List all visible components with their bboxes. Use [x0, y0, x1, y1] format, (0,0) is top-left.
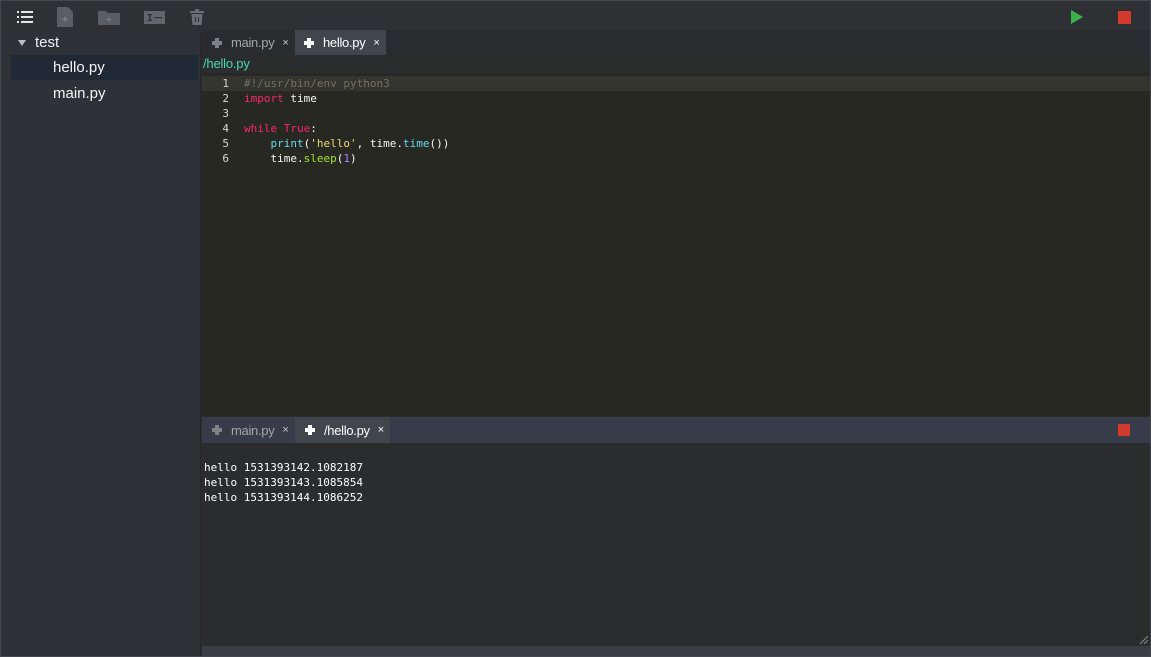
code-token: 'hello': [310, 137, 357, 150]
close-icon[interactable]: ×: [282, 37, 288, 49]
code-line[interactable]: 4 while True:: [202, 121, 1150, 136]
resize-grip-icon[interactable]: [1140, 636, 1148, 644]
terminal-line: hello 1531393143.1085854: [204, 476, 363, 489]
code-token: time: [402, 137, 430, 150]
line-number: 6: [222, 152, 229, 165]
code-token: ): [349, 152, 357, 165]
toolbar: + +: [1, 1, 1150, 32]
file-item-main-py[interactable]: main.py: [11, 81, 198, 106]
tab-label: main.py: [231, 35, 275, 50]
terminal-output[interactable]: hello 1531393142.1082187 hello 153139314…: [202, 443, 1150, 646]
code-line[interactable]: 5 print('hello', time.time()): [202, 136, 1150, 151]
tab-main-py[interactable]: main.py ×: [212, 30, 296, 55]
new-file-icon[interactable]: +: [54, 6, 76, 28]
terminal-tab-main-py[interactable]: main.py ×: [212, 417, 296, 443]
line-number: 1: [222, 77, 229, 90]
tab-hello-py[interactable]: hello.py ×: [295, 30, 386, 55]
code-line[interactable]: 2 import time: [202, 91, 1150, 106]
rename-icon[interactable]: [142, 6, 166, 28]
list-icon[interactable]: [14, 6, 36, 28]
line-number: 3: [222, 107, 229, 120]
code-text: import time: [244, 91, 317, 106]
line-number: 4: [222, 122, 229, 135]
play-icon: [1071, 10, 1083, 24]
python-icon: [305, 425, 315, 435]
run-button[interactable]: [1066, 6, 1088, 28]
caret-down-icon[interactable]: [18, 39, 26, 46]
code-token: 1: [343, 152, 350, 165]
svg-text:+: +: [106, 15, 113, 24]
code-token: time.: [244, 152, 304, 165]
code-text: #!/usr/bin/env python3: [244, 76, 390, 91]
tab-label: /hello.py: [324, 422, 370, 438]
code-text: time.sleep(1): [244, 151, 357, 166]
line-number: 2: [222, 92, 229, 105]
close-icon[interactable]: ×: [373, 37, 379, 49]
line-number: 5: [222, 137, 229, 150]
close-icon[interactable]: ×: [282, 424, 288, 436]
code-token: #!/usr/bin/env python3: [244, 77, 390, 90]
tab-label: hello.py: [323, 35, 366, 50]
horizontal-scrollbar[interactable]: [202, 646, 1150, 656]
python-icon: [304, 37, 314, 48]
code-line[interactable]: 6 time.sleep(1): [202, 151, 1150, 166]
terminal-line: hello 1531393142.1082187: [204, 461, 363, 474]
python-icon: [212, 425, 222, 435]
terminal-tab-hello-py[interactable]: /hello.py ×: [295, 417, 390, 443]
code-editor[interactable]: 1 #!/usr/bin/env python3 2 import time 3 4 whi…: [202, 73, 1150, 416]
stop-icon: [1117, 10, 1131, 24]
python-icon: [212, 37, 222, 48]
code-token: sleep: [303, 152, 337, 165]
code-token: :: [310, 122, 317, 135]
code-token: , time.: [356, 137, 403, 150]
svg-text:+: +: [61, 15, 69, 25]
file-path-label: /hello.py: [202, 55, 1150, 73]
folder-label: test: [35, 34, 60, 51]
code-token: while: [244, 122, 278, 135]
code-text: print('hello', time.time()): [244, 136, 450, 151]
new-folder-icon[interactable]: +: [98, 6, 120, 28]
close-icon[interactable]: ×: [378, 424, 384, 436]
code-text: while True:: [244, 121, 317, 136]
code-line[interactable]: 1 #!/usr/bin/env python3: [202, 76, 1150, 91]
terminal-stop-button[interactable]: [1118, 424, 1130, 436]
file-label: hello.py: [53, 59, 105, 76]
terminal-line: hello 1531393144.1086252: [204, 491, 363, 504]
code-line[interactable]: 3: [202, 106, 1150, 121]
code-token: True: [283, 122, 311, 135]
tab-label: main.py: [231, 422, 275, 438]
terminal-tab-bar: main.py × /hello.py ×: [202, 417, 1150, 443]
code-token: time: [283, 92, 317, 105]
code-token: ()): [429, 137, 450, 150]
file-label: main.py: [53, 85, 106, 102]
editor-tab-bar: main.py × hello.py ×: [202, 30, 1150, 55]
folder-test[interactable]: test: [1, 32, 201, 53]
file-explorer: test hello.py main.py: [1, 32, 201, 656]
ide-window: + + test hello.py main.py main.py × hell…: [0, 0, 1151, 657]
code-token: import: [244, 92, 284, 105]
delete-icon[interactable]: [186, 6, 208, 28]
stop-button[interactable]: [1113, 6, 1135, 28]
code-token: print: [270, 137, 304, 150]
file-item-hello-py[interactable]: hello.py: [11, 55, 198, 80]
